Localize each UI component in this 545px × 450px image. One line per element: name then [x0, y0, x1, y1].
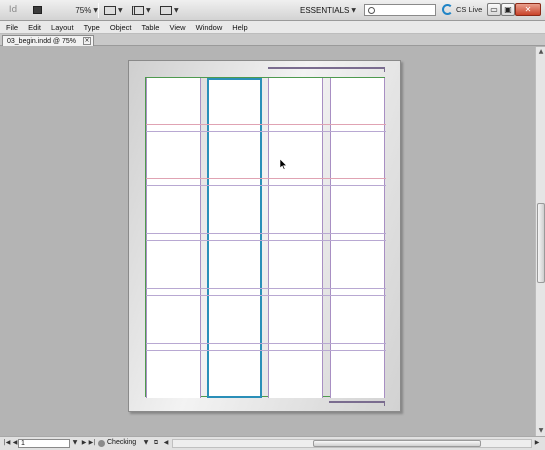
menu-layout[interactable]: Layout	[51, 23, 74, 32]
arrange-documents-button[interactable]: ▼	[160, 3, 182, 17]
search-input[interactable]	[364, 4, 436, 16]
row-guide	[146, 240, 386, 241]
document-page[interactable]	[128, 60, 401, 412]
search-icon	[368, 6, 375, 14]
page-number-field[interactable]: 1	[18, 439, 70, 448]
chevron-down-icon: ▼	[146, 6, 151, 14]
view-options-icon	[104, 5, 116, 15]
application-bar: Id 75% ▼ ▼ ▼ ▼ ESSENTIALS ▼ CS Live ▭ ▣ …	[0, 0, 545, 21]
scroll-up-icon[interactable]: ▲	[537, 48, 545, 56]
menu-bar: File Edit Layout Type Object Table View …	[0, 21, 545, 34]
bridge-icon	[33, 6, 42, 14]
horizontal-scrollbar[interactable]	[172, 439, 532, 448]
cs-live-label[interactable]: CS Live	[456, 5, 482, 14]
cs-live-icon[interactable]	[442, 4, 453, 15]
row-guide	[146, 131, 386, 132]
pasteboard[interactable]	[0, 47, 535, 436]
text-frame-top[interactable]	[268, 67, 385, 72]
indesign-logo-icon: Id	[8, 5, 18, 15]
preflight-status-icon	[98, 440, 105, 447]
zoom-level-dropdown[interactable]: 75% ▼	[62, 3, 98, 17]
minimize-button[interactable]: ▭	[487, 3, 501, 16]
next-page-icon[interactable]: ▶	[80, 439, 88, 448]
document-tab-title: 03_begin.indd @ 75%	[7, 37, 76, 45]
status-bar: |◀ ◀ 1 ▼ ▶ ▶| Checking ▼ ⧉ ◀ ▶	[0, 436, 545, 450]
menu-type[interactable]: Type	[84, 23, 100, 32]
close-button[interactable]: ✕	[515, 3, 541, 16]
scroll-left-icon[interactable]: ◀	[162, 439, 170, 448]
preflight-status[interactable]: Checking	[107, 439, 136, 446]
maximize-button[interactable]: ▣	[501, 3, 515, 16]
bridge-button[interactable]	[33, 3, 47, 17]
row-guide	[146, 295, 386, 296]
screen-mode-button[interactable]: ▼	[132, 3, 154, 17]
margin-guides	[145, 77, 386, 398]
zoom-level-value: 75%	[75, 5, 92, 15]
first-page-icon[interactable]: |◀	[3, 439, 11, 448]
menu-edit[interactable]: Edit	[28, 23, 41, 32]
text-frame-bottom[interactable]	[329, 401, 385, 406]
menu-help[interactable]: Help	[232, 23, 247, 32]
chevron-down-icon[interactable]: ▼	[142, 439, 150, 448]
last-page-icon[interactable]: ▶|	[88, 439, 96, 448]
menu-object[interactable]: Object	[110, 23, 132, 32]
row-guide	[146, 124, 386, 125]
arrange-documents-icon	[160, 5, 172, 15]
open-page-icon[interactable]: ⧉	[152, 439, 160, 448]
workspace-switcher[interactable]: ESSENTIALS ▼	[296, 3, 360, 17]
document-tab[interactable]: 03_begin.indd @ 75% ×	[2, 35, 94, 46]
toolbar-divider	[98, 3, 99, 18]
vertical-scrollbar[interactable]: ▲ ▼	[535, 47, 545, 436]
row-guide	[146, 178, 386, 179]
menu-view[interactable]: View	[169, 23, 185, 32]
menu-table[interactable]: Table	[142, 23, 160, 32]
screen-mode-icon	[132, 5, 144, 15]
row-guide	[146, 233, 386, 234]
document-tab-strip: 03_begin.indd @ 75% ×	[0, 34, 545, 46]
view-options-button[interactable]: ▼	[104, 3, 126, 17]
scroll-down-icon[interactable]: ▼	[537, 427, 545, 435]
close-icon[interactable]: ×	[83, 37, 91, 45]
horizontal-scroll-thumb[interactable]	[313, 440, 481, 447]
row-guide	[146, 185, 386, 186]
menu-window[interactable]: Window	[196, 23, 223, 32]
chevron-down-icon: ▼	[174, 6, 179, 14]
vertical-scroll-thumb[interactable]	[537, 203, 545, 283]
row-guide	[146, 343, 386, 344]
row-guide	[146, 350, 386, 351]
workspace-label: ESSENTIALS	[300, 5, 350, 15]
chevron-down-icon: ▼	[118, 6, 123, 14]
row-guide	[146, 288, 386, 289]
scroll-right-icon[interactable]: ▶	[533, 439, 541, 448]
chevron-down-icon: ▼	[351, 6, 356, 14]
menu-file[interactable]: File	[6, 23, 18, 32]
chevron-down-icon[interactable]: ▼	[71, 439, 79, 448]
